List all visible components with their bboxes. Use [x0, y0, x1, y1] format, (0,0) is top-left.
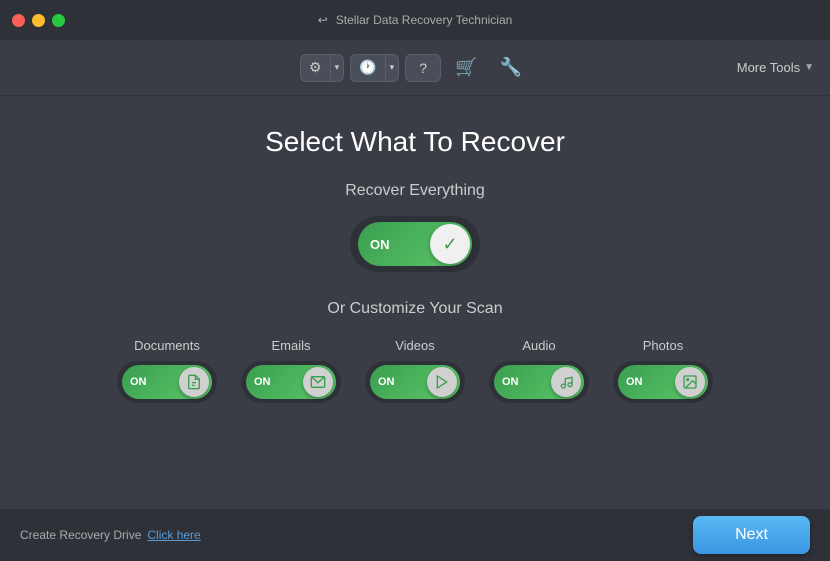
settings-button[interactable]: ⚙ ▾ [300, 54, 344, 82]
wrench-button[interactable]: 🔧 [492, 57, 530, 78]
photos-on-label: ON [624, 376, 643, 388]
more-tools-button[interactable]: More Tools ▼ [737, 60, 814, 75]
help-icon: ? [419, 60, 427, 76]
next-button[interactable]: Next [693, 516, 810, 554]
emails-toggle-thumb [303, 367, 333, 397]
video-icon [434, 374, 450, 390]
toggle-track-large[interactable]: ON ✓ [358, 222, 472, 266]
create-recovery-section: Create Recovery Drive Click here [20, 528, 201, 542]
audio-icon [558, 374, 574, 390]
documents-toggle-thumb [179, 367, 209, 397]
more-tools-label: More Tools [737, 60, 800, 75]
emails-on-label: ON [252, 376, 271, 388]
recover-everything-toggle[interactable]: ON ✓ [350, 216, 480, 272]
photos-category: Photos ON [613, 338, 713, 403]
toggle-thumb-large: ✓ [430, 224, 470, 264]
photos-toggle-track[interactable]: ON [618, 365, 708, 399]
settings-dropdown-arrow[interactable]: ▾ [330, 55, 344, 81]
emails-toggle-track[interactable]: ON [246, 365, 336, 399]
app-title: Stellar Data Recovery Technician [336, 13, 513, 27]
documents-on-label: ON [128, 376, 147, 388]
history-dropdown-arrow[interactable]: ▾ [385, 55, 399, 81]
documents-toggle-track[interactable]: ON [122, 365, 212, 399]
checkmark-icon: ✓ [442, 234, 457, 255]
photo-icon [682, 374, 698, 390]
email-icon [310, 374, 326, 390]
videos-toggle-track[interactable]: ON [370, 365, 460, 399]
create-recovery-label: Create Recovery Drive [20, 528, 141, 542]
documents-toggle[interactable]: ON [117, 361, 217, 403]
recover-everything-label: Recover Everything [345, 182, 485, 200]
cart-icon: 🛒 [455, 57, 477, 77]
toolbar: ⚙ ▾ 🕐 ▾ ? 🛒 🔧 More Tools ▼ [0, 40, 830, 96]
emails-toggle[interactable]: ON [241, 361, 341, 403]
videos-toggle-thumb [427, 367, 457, 397]
help-button[interactable]: ? [405, 54, 441, 82]
videos-label: Videos [395, 338, 435, 353]
videos-on-label: ON [376, 376, 395, 388]
history-icon[interactable]: 🕐 [351, 55, 384, 81]
videos-toggle[interactable]: ON [365, 361, 465, 403]
main-content: Select What To Recover Recover Everythin… [0, 96, 830, 423]
category-row: Documents ON Emails [117, 338, 713, 403]
photos-toggle[interactable]: ON [613, 361, 713, 403]
title-bar-back-icon: ↩ [318, 13, 328, 27]
audio-toggle-thumb [551, 367, 581, 397]
toolbar-group: ⚙ ▾ 🕐 ▾ ? 🛒 🔧 [300, 54, 530, 82]
document-icon [186, 374, 202, 390]
toggle-on-label: ON [366, 237, 390, 252]
emails-category: Emails ON [241, 338, 341, 403]
emails-label: Emails [271, 338, 310, 353]
title-bar: ↩ Stellar Data Recovery Technician [0, 0, 830, 40]
title-bar-center: ↩ Stellar Data Recovery Technician [318, 13, 513, 27]
documents-category: Documents ON [117, 338, 217, 403]
maximize-button[interactable] [52, 14, 65, 27]
wrench-icon: 🔧 [500, 57, 522, 77]
more-tools-arrow: ▼ [804, 62, 814, 73]
traffic-lights [12, 14, 65, 27]
photos-toggle-thumb [675, 367, 705, 397]
videos-category: Videos ON [365, 338, 465, 403]
cart-button[interactable]: 🛒 [447, 57, 485, 78]
audio-toggle[interactable]: ON [489, 361, 589, 403]
audio-label: Audio [522, 338, 555, 353]
audio-on-label: ON [500, 376, 519, 388]
audio-toggle-track[interactable]: ON [494, 365, 584, 399]
customize-label: Or Customize Your Scan [327, 300, 502, 318]
page-title: Select What To Recover [265, 126, 565, 158]
minimize-button[interactable] [32, 14, 45, 27]
close-button[interactable] [12, 14, 25, 27]
bottom-bar: Create Recovery Drive Click here Next [0, 509, 830, 561]
settings-icon[interactable]: ⚙ [301, 55, 330, 81]
click-here-link[interactable]: Click here [147, 528, 200, 542]
audio-category: Audio ON [489, 338, 589, 403]
photos-label: Photos [643, 338, 683, 353]
history-button[interactable]: 🕐 ▾ [350, 54, 399, 82]
documents-label: Documents [134, 338, 200, 353]
